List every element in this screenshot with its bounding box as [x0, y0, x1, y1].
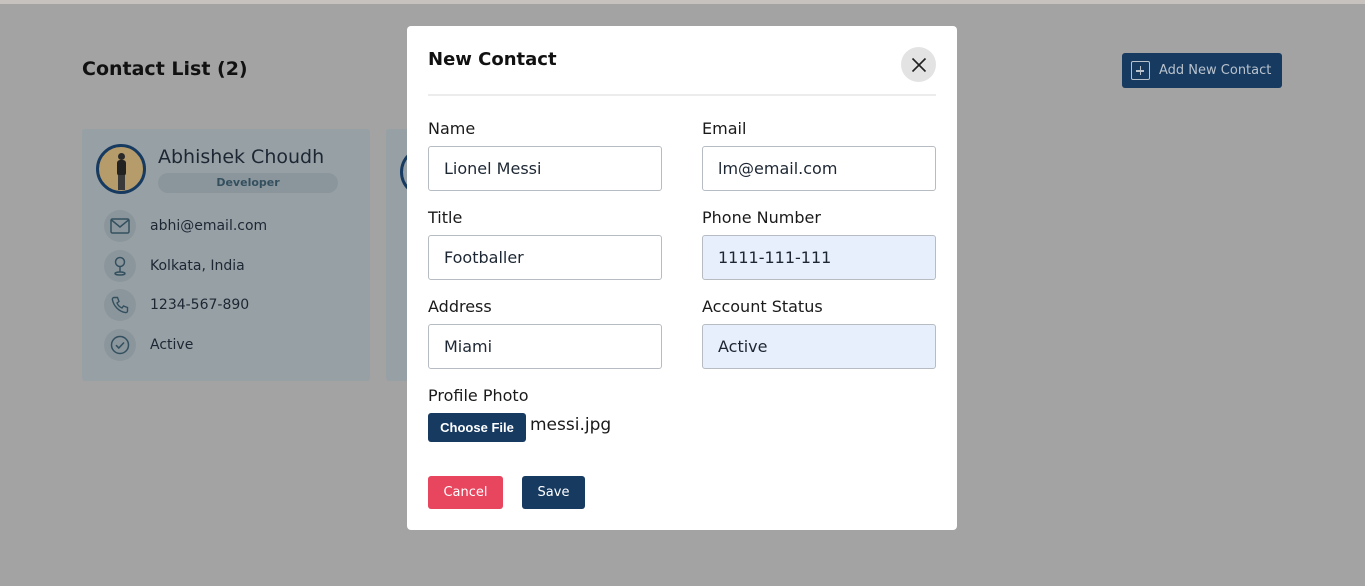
close-button[interactable]	[901, 47, 936, 82]
contact-address-row: Kolkata, India	[104, 250, 245, 282]
contact-status: Active	[150, 337, 194, 353]
add-new-contact-button[interactable]: Add New Contact	[1122, 53, 1282, 88]
title-label: Title	[428, 208, 463, 227]
location-pin-icon	[104, 250, 136, 282]
close-icon	[911, 57, 926, 72]
modal-divider	[428, 94, 936, 96]
name-label: Name	[428, 119, 476, 138]
phone-label: Phone Number	[702, 208, 821, 227]
choose-file-button[interactable]: Choose File	[428, 413, 526, 442]
contact-role-badge: Developer	[158, 173, 338, 193]
phone-input[interactable]	[702, 235, 936, 280]
cancel-button[interactable]: Cancel	[428, 476, 503, 509]
name-input[interactable]	[428, 146, 662, 191]
contact-status-row: Active	[104, 329, 193, 361]
address-label: Address	[428, 297, 492, 316]
contact-email-row: abhi@email.com	[104, 210, 267, 242]
title-input[interactable]	[428, 235, 662, 280]
account-status-input[interactable]	[702, 324, 936, 369]
email-label: Email	[702, 119, 747, 138]
page-title: Contact List (2)	[82, 58, 248, 80]
check-circle-icon	[104, 329, 136, 361]
modal-title: New Contact	[428, 49, 557, 70]
contact-card[interactable]: Abhishek Choudh Developer abhi@email.com…	[82, 129, 370, 381]
contact-phone-row: 1234-567-890	[104, 289, 249, 321]
profile-photo-label: Profile Photo	[428, 386, 529, 405]
plus-square-icon	[1131, 61, 1150, 80]
contact-name: Abhishek Choudh	[158, 146, 325, 168]
account-status-label: Account Status	[702, 297, 823, 316]
browser-top-strip	[0, 0, 1365, 4]
contact-email: abhi@email.com	[150, 218, 268, 234]
mail-icon	[104, 210, 136, 242]
selected-file-name: messi.jpg	[530, 415, 612, 435]
add-new-contact-label: Add New Contact	[1159, 63, 1272, 78]
contact-phone: 1234-567-890	[150, 297, 250, 313]
new-contact-modal: New Contact Name Email Title Phone Numbe…	[407, 26, 957, 530]
contact-address: Kolkata, India	[150, 258, 245, 274]
email-input[interactable]	[702, 146, 936, 191]
avatar	[96, 144, 146, 194]
save-button[interactable]: Save	[522, 476, 585, 509]
phone-icon	[104, 289, 136, 321]
address-input[interactable]	[428, 324, 662, 369]
